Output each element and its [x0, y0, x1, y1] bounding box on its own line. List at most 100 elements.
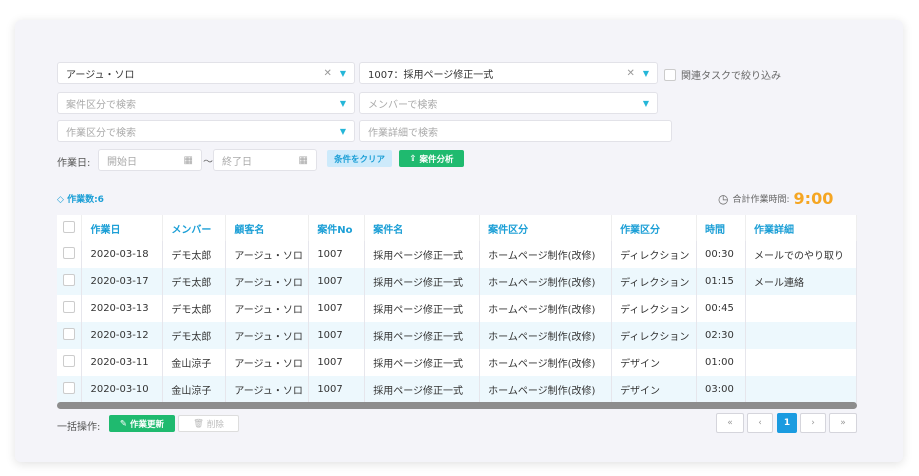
calendar-icon: ▦	[298, 154, 308, 166]
row-select[interactable]	[57, 376, 83, 403]
table-cell: 1007	[308, 322, 366, 349]
column-header[interactable]: 案件No	[308, 215, 366, 241]
end-date-input[interactable]: 終了日 ▦	[213, 149, 317, 171]
table-cell: 2020-03-11	[81, 349, 164, 376]
column-header[interactable]: 時間	[696, 215, 746, 241]
work-detail-input[interactable]: 作業詳細で検索	[359, 120, 672, 142]
row-select[interactable]	[57, 349, 83, 376]
column-header[interactable]: 顧客名	[225, 215, 310, 241]
table-cell: 採用ページ修正一式	[364, 376, 481, 403]
column-header[interactable]: 作業区分	[611, 215, 698, 241]
placeholder: 開始日	[107, 156, 137, 168]
project-select[interactable]: 1007：採用ページ修正一式 ✕ ▼	[359, 62, 658, 84]
table-cell: ホームページ制作(改修)	[479, 241, 613, 268]
table-row[interactable]: 2020-03-11 金山涼子 アージュ・ソロ 1007 採用ページ修正一式 ホームページ…	[57, 349, 858, 376]
table-cell: 02:30	[696, 322, 746, 349]
prev-page-button[interactable]: ‹	[747, 413, 773, 433]
table-cell: 金山涼子	[162, 349, 227, 376]
clear-conditions-button[interactable]: 条件をクリア	[327, 150, 392, 167]
table-cell: ホームページ制作(改修)	[479, 268, 613, 295]
table-cell: アージュ・ソロ	[225, 322, 310, 349]
checkbox[interactable]	[63, 355, 75, 367]
checkbox[interactable]	[63, 247, 75, 259]
table-row[interactable]: 2020-03-12 デモ太郎 アージュ・ソロ 1007 採用ページ修正一式 ホームページ…	[57, 322, 858, 349]
table-row[interactable]: 2020-03-10 金山涼子 アージュ・ソロ 1007 採用ページ修正一式 ホームページ…	[57, 376, 858, 403]
total-label: 合計作業時間:	[732, 195, 790, 205]
column-header[interactable]: 案件区分	[479, 215, 613, 241]
table-cell: 1007	[308, 268, 366, 295]
table-cell: 00:30	[696, 241, 746, 268]
clear-icon[interactable]: ✕	[626, 68, 634, 79]
table-cell: ディレクション	[611, 268, 698, 295]
update-button[interactable]: ✎ 作業更新	[109, 415, 175, 432]
last-page-button[interactable]: »	[829, 413, 857, 433]
customer-select[interactable]: アージュ・ソロ ✕ ▼	[57, 62, 355, 84]
next-page-button[interactable]: ›	[800, 413, 826, 433]
calendar-icon: ▦	[183, 154, 193, 166]
related-task-label: 関連タスクで絞り込み	[681, 71, 781, 82]
table-cell	[745, 349, 858, 376]
placeholder: 作業詳細で検索	[368, 127, 438, 139]
column-header[interactable]: 作業日	[81, 215, 164, 241]
table-cell: ディレクション	[611, 322, 698, 349]
column-header[interactable]: 案件名	[364, 215, 481, 241]
checkbox[interactable]	[664, 68, 676, 81]
first-page-button[interactable]: «	[716, 413, 744, 433]
table-cell: デザイン	[611, 376, 698, 403]
table-cell: ディレクション	[611, 295, 698, 322]
checkbox[interactable]	[63, 301, 75, 313]
clear-icon[interactable]: ✕	[323, 68, 331, 79]
analyze-button[interactable]: ⇪ 案件分析	[399, 150, 464, 167]
row-select[interactable]	[57, 268, 83, 295]
table-cell: デモ太郎	[162, 295, 227, 322]
table-cell: アージュ・ソロ	[225, 295, 310, 322]
table-cell: ホームページ制作(改修)	[479, 376, 613, 403]
checkbox[interactable]	[63, 382, 75, 394]
column-header[interactable]: メンバー	[162, 215, 227, 241]
table-cell: 2020-03-13	[81, 295, 164, 322]
page-1-button[interactable]: 1	[777, 413, 797, 433]
placeholder: 作業区分で検索	[66, 127, 136, 139]
horizontal-scrollbar[interactable]	[57, 402, 857, 409]
work-count: ◇ 作業数:6	[57, 192, 104, 205]
table-cell: ディレクション	[611, 241, 698, 268]
table-cell: デザイン	[611, 349, 698, 376]
work-type-select[interactable]: 作業区分で検索 ▼	[57, 120, 355, 142]
total-time: ◷ 合計作業時間: 9:00	[718, 189, 833, 208]
table-row[interactable]: 2020-03-18 デモ太郎 アージュ・ソロ 1007 採用ページ修正一式 ホームページ…	[57, 241, 858, 268]
table-cell: メール連絡	[745, 268, 858, 295]
row-select[interactable]	[57, 322, 83, 349]
update-label: 作業更新	[130, 419, 165, 430]
total-value: 9:00	[793, 189, 834, 208]
checkbox[interactable]	[63, 274, 75, 286]
project-value: 1007：採用ページ修正一式	[368, 69, 494, 81]
checkbox[interactable]	[63, 220, 75, 233]
table-cell: 01:15	[696, 268, 746, 295]
table-cell: メールでのやり取り	[745, 241, 858, 268]
clock-icon: ◷	[718, 191, 729, 206]
member-select[interactable]: メンバーで検索 ▼	[359, 92, 658, 114]
table-cell: ホームページ制作(改修)	[479, 322, 613, 349]
table-cell: アージュ・ソロ	[225, 376, 310, 403]
row-select[interactable]	[57, 295, 83, 322]
column-header[interactable]: 作業詳細	[745, 215, 858, 241]
table-cell	[745, 322, 858, 349]
tilde: 〜	[203, 157, 213, 168]
project-type-select[interactable]: 案件区分で検索 ▼	[57, 92, 355, 114]
table-cell: 採用ページ修正一式	[364, 322, 481, 349]
table-row[interactable]: 2020-03-17 デモ太郎 アージュ・ソロ 1007 採用ページ修正一式 ホームページ…	[57, 268, 858, 295]
table-row[interactable]: 2020-03-13 デモ太郎 アージュ・ソロ 1007 採用ページ修正一式 ホームページ…	[57, 295, 858, 322]
delete-button[interactable]: 🗑 削除	[178, 415, 239, 432]
related-task-checkbox[interactable]: 関連タスクで絞り込み	[664, 67, 781, 82]
table-cell: デモ太郎	[162, 322, 227, 349]
trash-icon: 🗑	[193, 418, 204, 429]
table-cell: 1007	[308, 376, 366, 403]
work-date-label: 作業日:	[57, 158, 91, 169]
row-select[interactable]	[57, 241, 83, 268]
table-cell: デモ太郎	[162, 241, 227, 268]
checkbox[interactable]	[63, 328, 75, 340]
table-cell: 1007	[308, 295, 366, 322]
select-all[interactable]	[57, 215, 83, 241]
start-date-input[interactable]: 開始日 ▦	[98, 149, 202, 171]
chevron-down-icon: ▼	[339, 68, 346, 78]
